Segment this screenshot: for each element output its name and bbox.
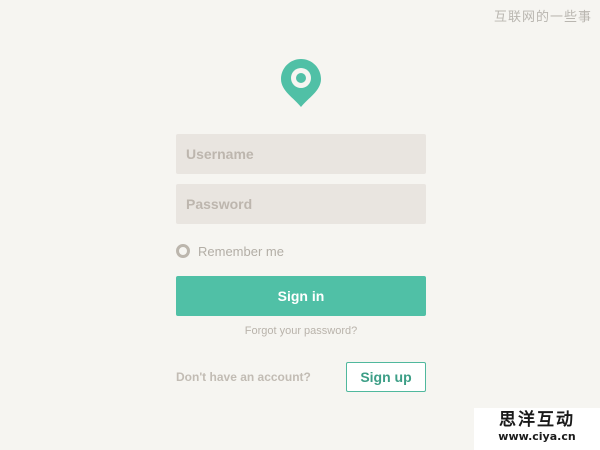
sign-up-button[interactable]: Sign up: [346, 362, 426, 392]
remember-me-toggle[interactable]: Remember me: [176, 243, 284, 259]
brand-name: 思洋互动: [499, 410, 575, 430]
no-account-text: Don't have an account?: [176, 370, 311, 384]
brand-url: www.ciya.cn: [498, 430, 576, 443]
location-pin-icon: [281, 59, 321, 107]
sign-in-button[interactable]: Sign in: [176, 276, 426, 316]
forgot-password-link[interactable]: Forgot your password?: [176, 325, 426, 337]
watermark-text: 互联网的一些事: [493, 10, 592, 25]
remember-me-label: Remember me: [198, 243, 284, 259]
username-input[interactable]: [176, 134, 426, 174]
brand-watermark: 思洋互动 www.ciya.cn: [474, 408, 600, 450]
password-input[interactable]: [176, 184, 426, 224]
remember-radio[interactable]: [176, 244, 190, 258]
